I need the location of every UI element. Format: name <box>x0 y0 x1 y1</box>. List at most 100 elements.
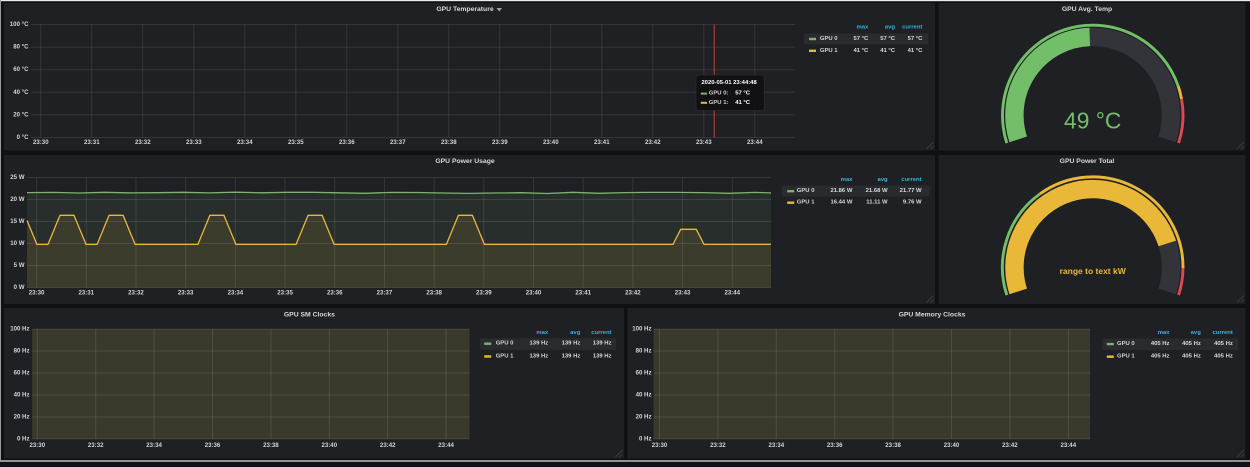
svg-text:current: current <box>901 177 921 183</box>
svg-text:23:44: 23:44 <box>747 139 763 146</box>
svg-text:21.86 W: 21.86 W <box>830 188 852 194</box>
svg-text:23:42: 23:42 <box>1002 442 1018 449</box>
svg-text:GPU 0: GPU 0 <box>797 188 815 194</box>
svg-text:405 Hz: 405 Hz <box>1182 341 1201 347</box>
svg-text:23:33: 23:33 <box>178 290 194 297</box>
svg-text:23:43: 23:43 <box>696 139 712 146</box>
svg-text:avg: avg <box>1191 330 1202 336</box>
svg-text:GPU 1:: GPU 1: <box>709 100 729 106</box>
svg-text:23:32: 23:32 <box>88 442 104 449</box>
svg-text:23:41: 23:41 <box>575 290 591 297</box>
svg-text:23:37: 23:37 <box>390 139 406 146</box>
svg-text:23:39: 23:39 <box>476 290 492 297</box>
svg-text:23:42: 23:42 <box>625 290 641 297</box>
svg-text:GPU SM Clocks: GPU SM Clocks <box>284 312 335 319</box>
svg-text:23:30: 23:30 <box>29 290 45 297</box>
svg-text:10 W: 10 W <box>10 240 24 247</box>
svg-text:23:38: 23:38 <box>426 290 442 297</box>
svg-text:139 Hz: 139 Hz <box>530 354 549 360</box>
svg-text:100 °C: 100 °C <box>10 21 29 28</box>
svg-text:23:32: 23:32 <box>710 442 726 449</box>
svg-text:23:42: 23:42 <box>380 442 396 449</box>
svg-text:405 Hz: 405 Hz <box>1182 354 1201 360</box>
svg-text:23:36: 23:36 <box>827 442 843 449</box>
svg-text:139 Hz: 139 Hz <box>593 354 612 360</box>
svg-text:max: max <box>857 24 870 30</box>
svg-text:current: current <box>902 24 922 30</box>
svg-text:23:32: 23:32 <box>128 290 144 297</box>
svg-text:2020-05-01 23:44:48: 2020-05-01 23:44:48 <box>701 80 757 86</box>
svg-text:60 Hz: 60 Hz <box>636 370 652 377</box>
svg-text:139 Hz: 139 Hz <box>562 354 581 360</box>
svg-text:23:36: 23:36 <box>327 290 343 297</box>
svg-text:139 Hz: 139 Hz <box>593 341 612 347</box>
svg-text:80 Hz: 80 Hz <box>636 348 652 355</box>
svg-text:0 Hz: 0 Hz <box>17 436 30 443</box>
svg-text:57 °C: 57 °C <box>735 91 751 97</box>
svg-text:15 W: 15 W <box>10 218 24 225</box>
svg-text:GPU 1: GPU 1 <box>797 200 815 206</box>
svg-text:GPU 0: GPU 0 <box>496 341 514 347</box>
svg-text:max: max <box>1158 330 1171 336</box>
svg-text:23:43: 23:43 <box>675 290 691 297</box>
svg-text:23:33: 23:33 <box>186 139 202 146</box>
svg-text:405 Hz: 405 Hz <box>1151 341 1170 347</box>
svg-text:20 Hz: 20 Hz <box>14 414 30 421</box>
svg-text:avg: avg <box>877 177 888 183</box>
svg-text:GPU Power Total: GPU Power Total <box>1060 158 1115 165</box>
svg-text:0 W: 0 W <box>14 284 25 291</box>
svg-text:avg: avg <box>570 330 581 336</box>
svg-text:23:38: 23:38 <box>263 442 279 449</box>
svg-text:11.11 W: 11.11 W <box>866 200 888 206</box>
svg-text:139 Hz: 139 Hz <box>530 341 549 347</box>
svg-text:41 °C: 41 °C <box>735 100 751 106</box>
svg-text:405 Hz: 405 Hz <box>1214 341 1233 347</box>
svg-text:23:40: 23:40 <box>526 290 542 297</box>
svg-text:57 °C: 57 °C <box>880 36 896 42</box>
svg-text:0 Hz: 0 Hz <box>639 436 652 443</box>
svg-text:GPU 1: GPU 1 <box>496 354 514 360</box>
svg-text:23:41: 23:41 <box>594 139 610 146</box>
svg-text:23:32: 23:32 <box>135 139 151 146</box>
svg-text:current: current <box>591 330 611 336</box>
svg-text:9.76 W: 9.76 W <box>903 200 922 206</box>
svg-text:405 Hz: 405 Hz <box>1151 354 1170 360</box>
svg-text:max: max <box>841 177 854 183</box>
svg-text:GPU Power Usage: GPU Power Usage <box>435 158 495 165</box>
svg-text:20 °C: 20 °C <box>13 111 29 118</box>
svg-text:23:34: 23:34 <box>769 442 785 449</box>
svg-text:60 Hz: 60 Hz <box>14 370 30 377</box>
svg-text:40 Hz: 40 Hz <box>14 392 30 399</box>
svg-text:40 °C: 40 °C <box>13 89 29 96</box>
svg-text:GPU Avg. Temp: GPU Avg. Temp <box>1062 6 1112 13</box>
svg-text:23:34: 23:34 <box>228 290 244 297</box>
svg-text:60 °C: 60 °C <box>13 66 29 73</box>
svg-text:23:40: 23:40 <box>322 442 338 449</box>
svg-text:49 °C: 49 °C <box>1064 108 1121 134</box>
svg-text:23:30: 23:30 <box>652 442 668 449</box>
svg-text:100 Hz: 100 Hz <box>632 326 651 333</box>
svg-text:current: current <box>1213 330 1233 336</box>
svg-text:21.77 W: 21.77 W <box>900 188 922 194</box>
svg-text:23:35: 23:35 <box>277 290 293 297</box>
svg-text:23:39: 23:39 <box>492 139 508 146</box>
svg-text:41 °C: 41 °C <box>908 48 924 54</box>
svg-text:GPU 0:: GPU 0: <box>709 91 729 97</box>
svg-text:23:44: 23:44 <box>1061 442 1077 449</box>
svg-text:57 °C: 57 °C <box>908 36 924 42</box>
svg-text:23:40: 23:40 <box>944 442 960 449</box>
svg-text:23:44: 23:44 <box>724 290 740 297</box>
svg-text:GPU 0: GPU 0 <box>1117 341 1135 347</box>
svg-text:80 °C: 80 °C <box>13 44 29 51</box>
svg-text:405 Hz: 405 Hz <box>1214 354 1233 360</box>
svg-text:GPU 0: GPU 0 <box>820 36 838 42</box>
svg-text:GPU 1: GPU 1 <box>820 48 838 54</box>
svg-text:23:38: 23:38 <box>441 139 457 146</box>
svg-text:23:34: 23:34 <box>237 139 253 146</box>
svg-text:23:36: 23:36 <box>339 139 355 146</box>
svg-text:21.68 W: 21.68 W <box>866 188 888 194</box>
svg-text:23:30: 23:30 <box>33 139 49 146</box>
svg-text:GPU Temperature: GPU Temperature <box>436 6 494 13</box>
svg-text:23:34: 23:34 <box>146 442 162 449</box>
svg-text:41 °C: 41 °C <box>853 48 869 54</box>
